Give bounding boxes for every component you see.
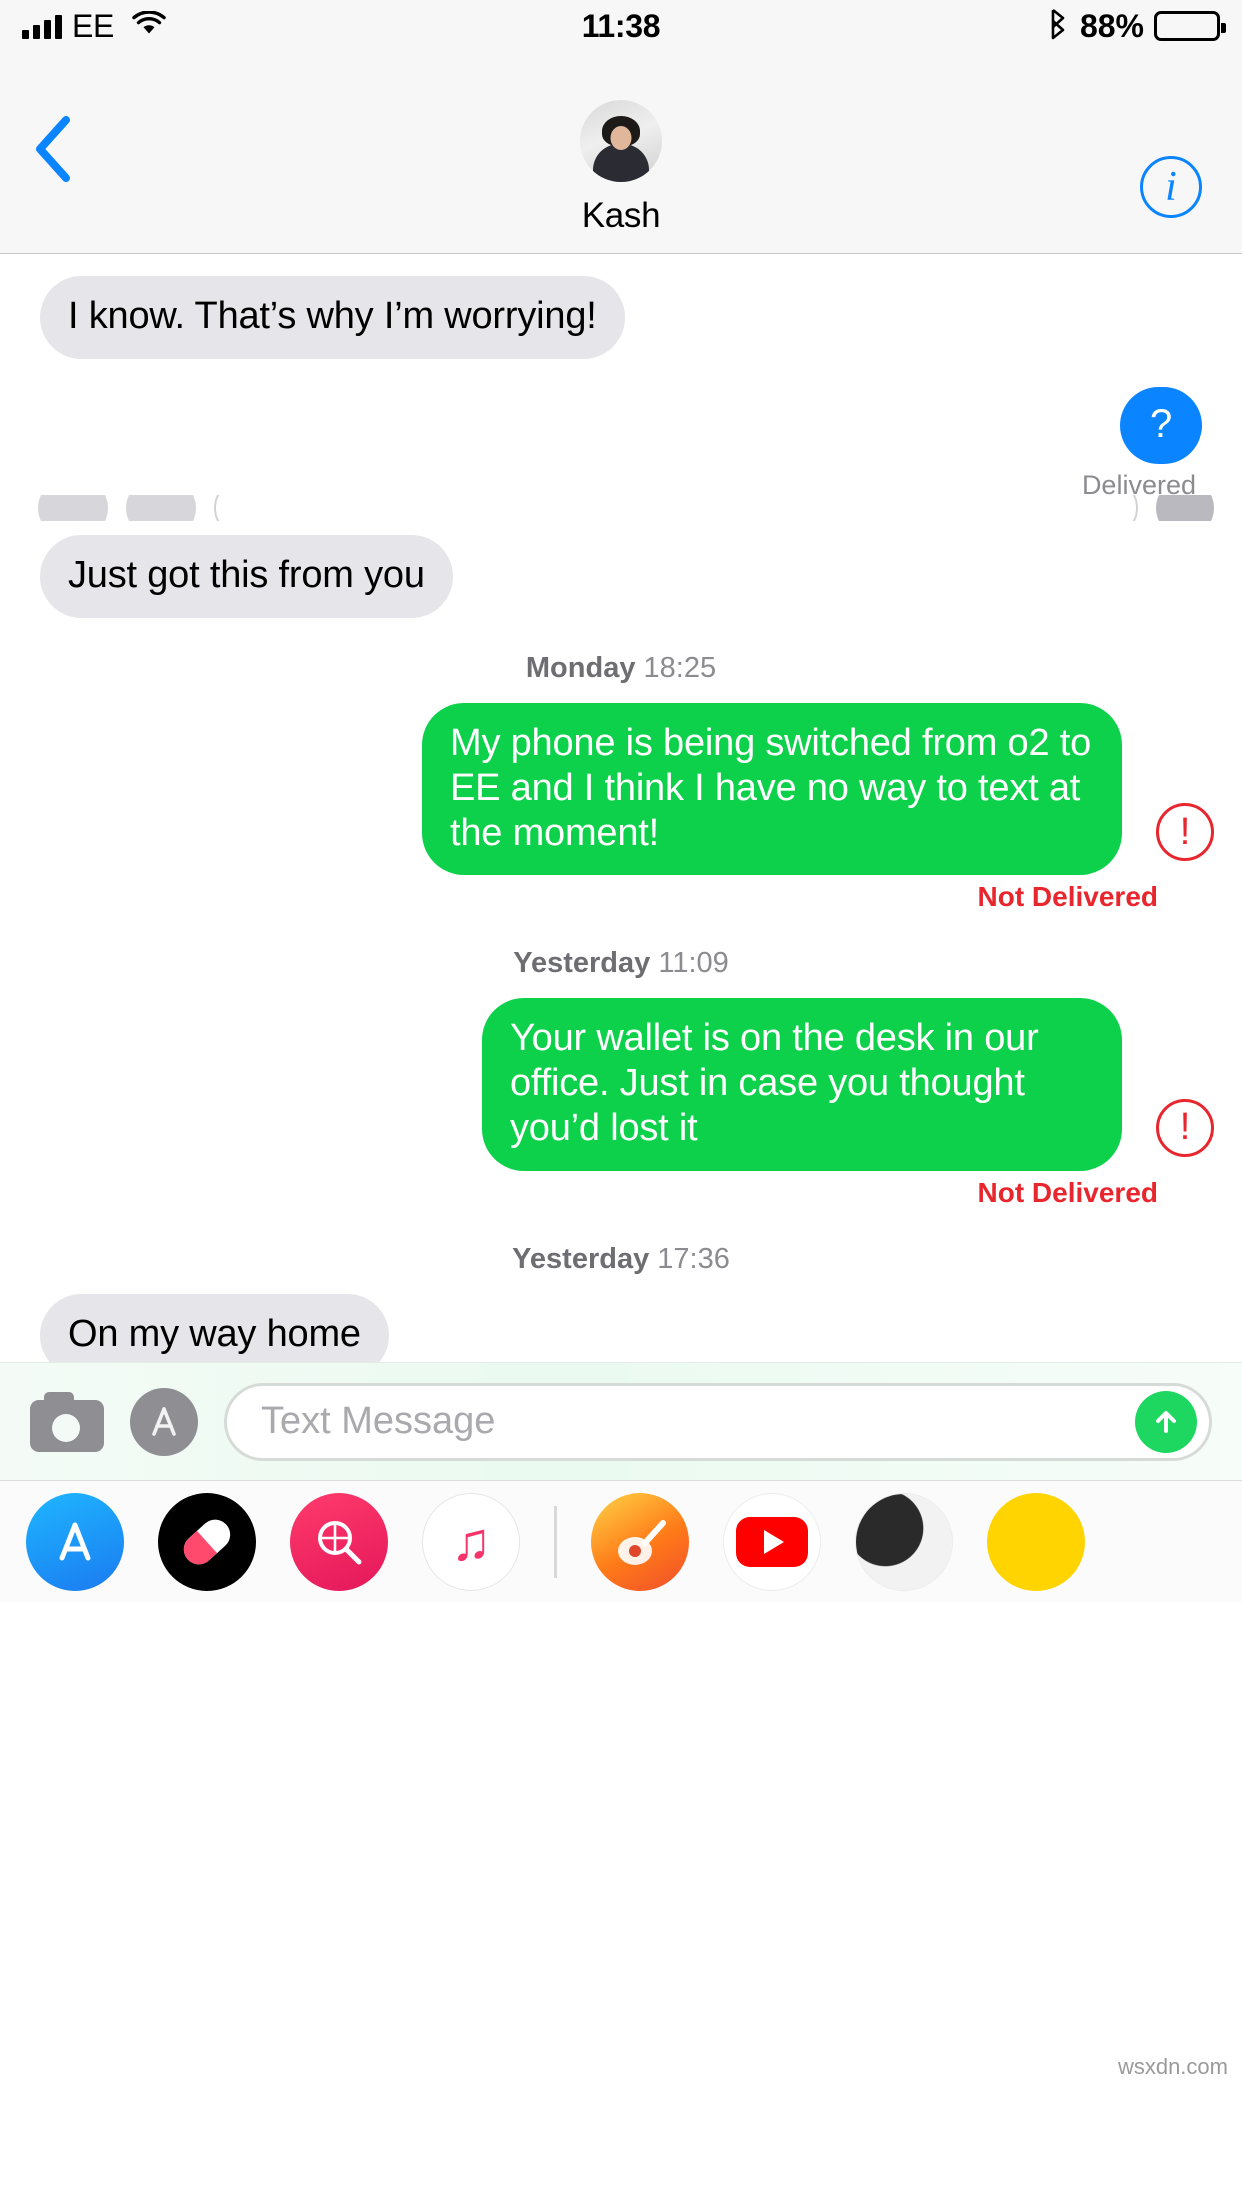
app-store-icon[interactable]: [130, 1387, 198, 1456]
message-timestamp: Yesterday 17:36: [28, 1243, 1214, 1276]
attachment-field: [214, 495, 1138, 522]
battery-icon: [1154, 11, 1226, 41]
message-input[interactable]: [261, 1400, 1135, 1443]
timestamp-time: 18:25: [643, 651, 717, 684]
message-list[interactable]: I know. That’s why I’m worrying! ? Deliv…: [0, 254, 1242, 1362]
app-icon-yellow[interactable]: [987, 1492, 1085, 1591]
attachment-thumb: [126, 495, 196, 522]
camera-icon[interactable]: [30, 1391, 104, 1452]
dock-divider: [554, 1505, 557, 1578]
timestamp-time: 17:36: [657, 1242, 730, 1275]
youtube-play-icon: [736, 1516, 808, 1567]
app-icon-app-store[interactable]: [26, 1492, 124, 1591]
app-dock: ♫: [0, 1480, 1242, 1602]
clock-label: 11:38: [581, 7, 661, 44]
not-delivered-label: Not Delivered: [977, 881, 1159, 913]
app-icon-music[interactable]: ♫: [422, 1492, 520, 1591]
message-row: Just got this from you: [22, 535, 1214, 618]
send-arrow-up-icon[interactable]: [1135, 1390, 1197, 1453]
message-input-wrapper[interactable]: [224, 1382, 1212, 1461]
not-delivered-warning-icon[interactable]: !: [1156, 803, 1214, 862]
timestamp-day: Yesterday: [513, 947, 651, 980]
not-delivered-warning-icon[interactable]: !: [1156, 1098, 1214, 1157]
message-row: I know. That’s why I’m worrying!: [22, 276, 1214, 359]
app-icon-youtube[interactable]: [723, 1492, 821, 1591]
app-icon-search[interactable]: [290, 1492, 388, 1591]
message-row: My phone is being switched from o2 to EE…: [28, 702, 1214, 876]
timestamp-time: 11:09: [658, 947, 729, 980]
message-timestamp: Yesterday 11:09: [28, 947, 1214, 980]
message-input-toolbar: [0, 1362, 1242, 1480]
status-bar: EE 11:38 88%: [0, 0, 1242, 52]
message-row: Your wallet is on the desk in our office…: [28, 998, 1214, 1172]
app-icon-garageband[interactable]: [591, 1492, 689, 1591]
attachment-thumb: [38, 495, 108, 522]
message-bubble-incoming[interactable]: Just got this from you: [22, 535, 453, 618]
message-timestamp: Monday 18:25: [28, 652, 1214, 685]
watermark-label: wsxdn.com: [1117, 2054, 1228, 2079]
attachment-send-icon: [1156, 495, 1214, 522]
app-icon-panda[interactable]: [855, 1492, 953, 1591]
avatar[interactable]: [580, 100, 662, 182]
timestamp-day: Yesterday: [512, 1242, 650, 1275]
conversation-header: Kash i: [0, 52, 1242, 254]
message-bubble-incoming[interactable]: On my way home: [22, 1293, 389, 1362]
message-bubble-outgoing-sms[interactable]: My phone is being switched from o2 to EE…: [422, 702, 1140, 876]
message-bubble-outgoing-imessage[interactable]: ?: [1119, 386, 1221, 465]
message-row: ?: [28, 386, 1221, 465]
message-bubble-incoming[interactable]: I know. That’s why I’m worrying!: [22, 276, 625, 359]
timestamp-day: Monday: [525, 651, 636, 684]
not-delivered-label: Not Delivered: [977, 1176, 1159, 1208]
contact-block[interactable]: Kash: [0, 100, 1242, 236]
message-row: On my way home: [22, 1293, 1214, 1362]
messages-app-screen: EE 11:38 88% Kash i I know. That’s why I…: [0, 0, 1242, 2208]
app-icon-health[interactable]: [158, 1492, 256, 1591]
music-note-icon: ♫: [450, 1511, 492, 1572]
message-bubble-outgoing-sms[interactable]: Your wallet is on the desk in our office…: [482, 998, 1140, 1172]
clipped-screenshot-attachment: [38, 495, 1214, 522]
contact-name-label: Kash: [581, 196, 661, 235]
info-icon[interactable]: i: [1140, 156, 1202, 218]
